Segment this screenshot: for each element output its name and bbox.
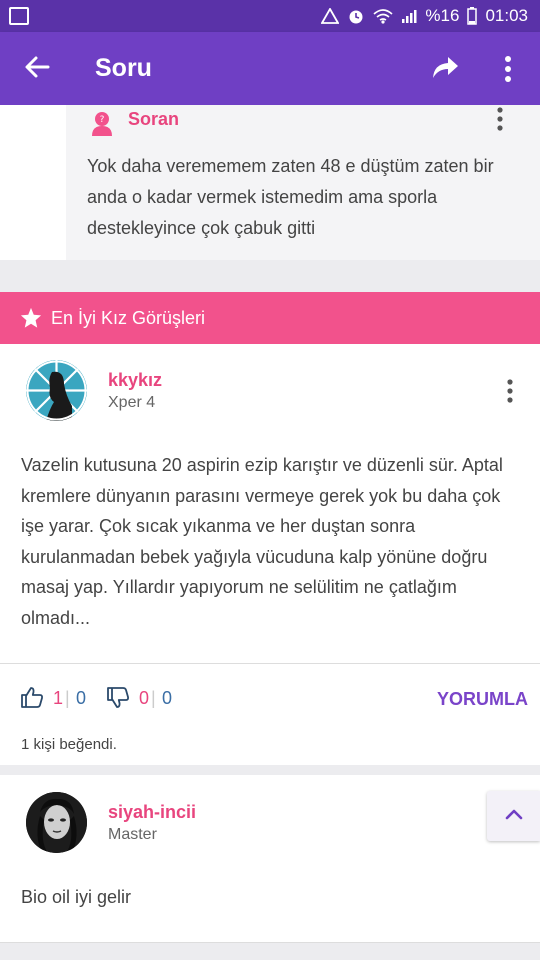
status-bar: %16 01:03 [0,0,540,32]
user-level: Xper 4 [108,394,156,411]
dislike-count: 0 [139,688,150,708]
answer-text: Bio oil iyi gelir [21,887,132,907]
share-icon[interactable] [430,54,460,82]
arrow-left-icon[interactable] [22,52,52,82]
signal-icon [402,10,417,23]
status-icons: %16 01:03 [321,6,528,26]
svg-text:?: ? [100,115,105,125]
question-reply-text: Yok daha verememem zaten 48 e düştüm zat… [87,156,494,238]
more-vertical-icon[interactable] [500,378,520,404]
answer-card [0,775,540,943]
comment-button[interactable]: YORUMLA [437,689,528,710]
dislike-neutral-count: 0 [162,688,173,708]
count-separator: | [65,688,70,708]
divider [0,942,540,943]
clock: 01:03 [485,6,528,25]
avatar[interactable] [26,792,87,853]
liked-by-text: 1 kişi beğendi. [21,736,117,753]
thumbs-up-icon[interactable] [20,685,44,709]
avatar[interactable] [26,360,87,421]
alarm-icon [349,10,363,24]
alert-icon [321,8,340,24]
thumbs-down-icon[interactable] [106,686,130,710]
more-vertical-icon[interactable] [497,54,519,84]
username[interactable]: siyah-incii [108,802,196,823]
gallery-notification-icon [9,7,29,25]
page-title: Soru [95,54,152,82]
asker-avatar-icon: ? [92,112,112,136]
username[interactable]: kkykız [108,370,162,391]
like-count: 1 [53,688,64,708]
like-neutral-count: 0 [76,688,87,708]
star-icon [20,307,42,328]
wifi-icon [373,9,393,24]
user-level: Master [108,826,157,843]
more-vertical-icon[interactable] [490,106,510,132]
battery-icon [467,7,478,25]
answer-text: Vazelin kutusuna 20 aspirin ezip karıştı… [21,455,503,628]
best-answers-banner: En İyi Kız Görüşleri [0,292,540,344]
best-answers-label: En İyi Kız Görüşleri [51,308,206,328]
count-separator: | [151,688,156,708]
scroll-to-top-button[interactable] [487,791,540,841]
asker-label: Soran [128,109,180,129]
app-bar: Soru [0,32,540,105]
divider [0,663,540,664]
battery-percent: %16 [425,6,460,25]
chevron-up-icon [505,809,523,820]
